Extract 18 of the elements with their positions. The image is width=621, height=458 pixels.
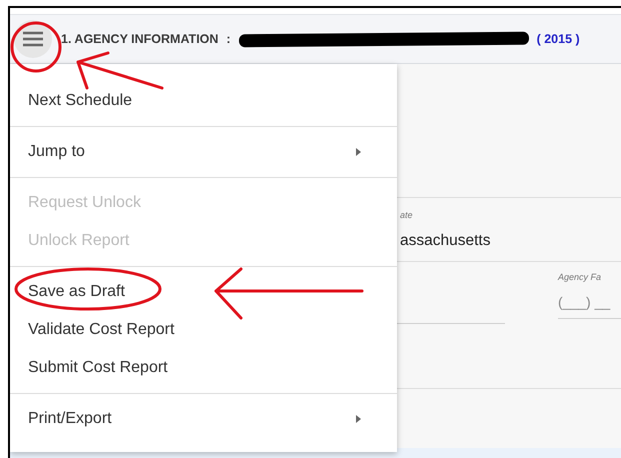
menu-item[interactable]: Jump to [10, 133, 397, 171]
menu-item[interactable]: Print/Export [10, 400, 397, 438]
field-value: assachusetts [400, 232, 492, 250]
menu-item[interactable]: Next Schedule [10, 82, 397, 120]
field-label: ate [400, 210, 414, 220]
caret-icon [356, 148, 361, 156]
phone-field[interactable]: (___) __ [558, 294, 621, 319]
caret-icon [356, 415, 361, 423]
menu-item[interactable]: Submit Cost Report [10, 349, 397, 387]
menu-button[interactable] [14, 20, 52, 58]
menu-item[interactable]: Save as Draft [10, 273, 397, 311]
field-label: Agency Fa [558, 272, 602, 282]
menu-icon [23, 31, 43, 47]
menu-item[interactable]: Validate Cost Report [10, 311, 397, 349]
report-year: ( 2015 ) [536, 32, 580, 46]
section-title: 1. AGENCY INFORMATION [61, 32, 218, 46]
title-separator: : [226, 32, 231, 46]
annotation-circle [10, 22, 62, 72]
